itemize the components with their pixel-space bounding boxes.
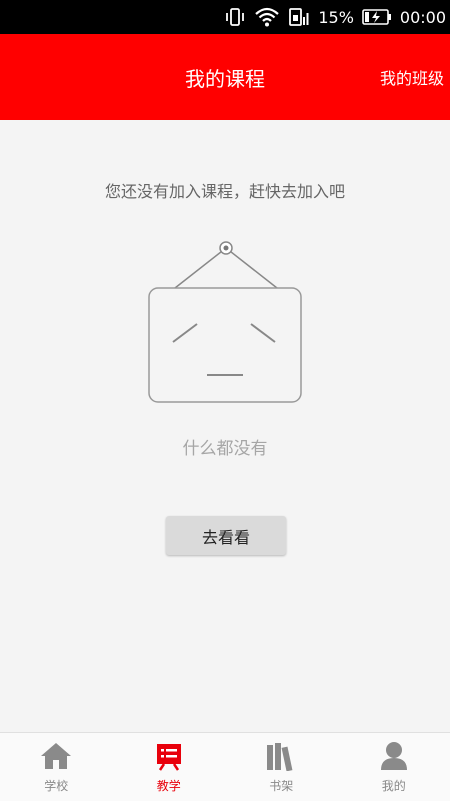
tab-bookshelf-label: 书架 <box>269 777 293 794</box>
wifi-icon <box>254 6 280 28</box>
tab-profile[interactable]: 我的 <box>338 733 450 801</box>
bottom-tab-bar: 学校 教学 书架 <box>0 732 450 801</box>
profile-icon <box>377 739 411 773</box>
go-look-button[interactable]: 去看看 <box>166 516 286 555</box>
clock-time: 00:00 <box>400 8 446 27</box>
status-bar: 15% 00:00 <box>0 0 450 34</box>
battery-percent: 15% <box>318 8 354 27</box>
main-content: 您还没有加入课程，赶快去加入吧 什么都没有 去看看 <box>0 120 450 732</box>
tab-profile-label: 我的 <box>382 777 406 794</box>
tab-teaching[interactable]: 教学 <box>113 733 226 801</box>
home-icon <box>39 739 73 773</box>
status-icons: 15% 00:00 <box>224 0 446 34</box>
sim-signal-icon <box>288 6 310 28</box>
vibrate-icon <box>224 7 246 27</box>
my-class-link[interactable]: 我的班级 <box>380 34 444 120</box>
app-header: 我的课程 我的班级 <box>0 34 450 120</box>
tab-teaching-label: 教学 <box>157 777 181 794</box>
tab-school[interactable]: 学校 <box>0 733 113 801</box>
empty-sign-illustration <box>145 238 305 408</box>
nothing-text: 什么都没有 <box>0 434 450 459</box>
empty-courses-message: 您还没有加入课程，赶快去加入吧 <box>0 178 450 202</box>
battery-charging-icon <box>362 8 392 26</box>
teaching-icon <box>152 739 186 773</box>
bookshelf-icon <box>264 739 298 773</box>
tab-school-label: 学校 <box>44 777 68 794</box>
tab-bookshelf[interactable]: 书架 <box>225 733 338 801</box>
